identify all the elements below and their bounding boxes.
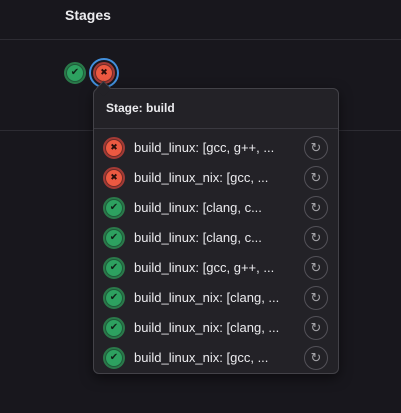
- job-name: build_linux_nix: [gcc, ...: [134, 350, 269, 365]
- status-success-icon: ✔: [103, 197, 125, 219]
- job-row[interactable]: ✔ build_linux_nix: [clang, ... ↻: [94, 313, 338, 343]
- retry-job-button[interactable]: ↻: [304, 226, 328, 250]
- header-divider: [0, 39, 401, 40]
- check-icon: ✔: [106, 260, 122, 276]
- retry-job-button[interactable]: ↻: [304, 196, 328, 220]
- x-icon: ✖: [106, 140, 122, 156]
- job-name: build_linux_nix: [clang, ...: [134, 320, 280, 335]
- status-success-icon: ✔: [103, 317, 125, 339]
- check-icon: ✔: [106, 320, 122, 336]
- check-icon: ✔: [106, 350, 122, 366]
- retry-icon: ↻: [310, 200, 322, 216]
- retry-job-button[interactable]: ↻: [304, 316, 328, 340]
- retry-job-button[interactable]: ↻: [304, 286, 328, 310]
- pipeline-stages-view: Stages ✔ ✖ Stage: build ✖ build_linux: [g…: [0, 0, 401, 413]
- status-success-icon: ✔: [103, 257, 125, 279]
- check-icon: ✔: [106, 200, 122, 216]
- x-icon: ✖: [96, 65, 112, 81]
- job-name: build_linux: [clang, c...: [134, 200, 262, 215]
- job-row[interactable]: ✔ build_linux_nix: [clang, ... ↻: [94, 283, 338, 313]
- status-failed-icon: ✖: [103, 167, 125, 189]
- job-row[interactable]: ✔ build_linux: [clang, c... ↻: [94, 223, 338, 253]
- job-name: build_linux: [clang, c...: [134, 230, 262, 245]
- job-name: build_linux_nix: [clang, ...: [134, 290, 280, 305]
- status-failed-icon: ✖: [103, 137, 125, 159]
- retry-icon: ↻: [310, 230, 322, 246]
- job-name: build_linux: [gcc, g++, ...: [134, 260, 275, 275]
- retry-icon: ↻: [310, 350, 322, 366]
- retry-icon: ↻: [310, 260, 322, 276]
- job-row[interactable]: ✔ build_linux: [gcc, g++, ... ↻: [94, 253, 338, 283]
- retry-job-button[interactable]: ↻: [304, 166, 328, 190]
- dropdown-divider: [94, 128, 338, 129]
- status-success-icon: ✔: [103, 287, 125, 309]
- x-icon: ✖: [106, 170, 122, 186]
- job-row[interactable]: ✔ build_linux_nix: [gcc, ... ↻: [94, 343, 338, 373]
- retry-icon: ↻: [310, 140, 322, 156]
- retry-icon: ↻: [310, 170, 322, 186]
- check-icon: ✔: [106, 290, 122, 306]
- retry-icon: ↻: [310, 320, 322, 336]
- retry-job-button[interactable]: ↻: [304, 346, 328, 370]
- dropdown-title: Stage: build: [106, 101, 175, 115]
- status-success-icon: ✔: [103, 347, 125, 369]
- job-row[interactable]: ✔ build_linux: [clang, c... ↻: [94, 193, 338, 223]
- retry-job-button[interactable]: ↻: [304, 136, 328, 160]
- stages-column-header: Stages: [65, 7, 111, 23]
- stage-jobs-dropdown: Stage: build ✖ build_linux: [gcc, g++, ..…: [93, 88, 339, 374]
- check-icon: ✔: [106, 230, 122, 246]
- job-name: build_linux: [gcc, g++, ...: [134, 140, 275, 155]
- stage-success-icon[interactable]: ✔: [64, 62, 86, 84]
- check-icon: ✔: [67, 65, 83, 81]
- retry-icon: ↻: [310, 290, 322, 306]
- job-row[interactable]: ✖ build_linux_nix: [gcc, ... ↻: [94, 163, 338, 193]
- job-name: build_linux_nix: [gcc, ...: [134, 170, 269, 185]
- job-list: ✖ build_linux: [gcc, g++, ... ↻ ✖ build_linu…: [94, 133, 338, 373]
- status-success-icon: ✔: [103, 227, 125, 249]
- retry-job-button[interactable]: ↻: [304, 256, 328, 280]
- job-row[interactable]: ✖ build_linux: [gcc, g++, ... ↻: [94, 133, 338, 163]
